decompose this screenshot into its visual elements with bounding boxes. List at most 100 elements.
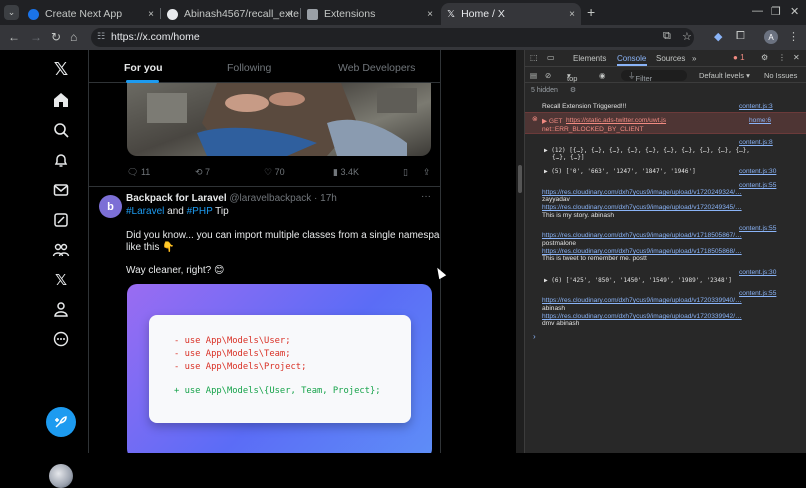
bookmark-star-icon[interactable]: ☆ — [682, 30, 692, 43]
console-array-expandable[interactable]: ▶ (12) [{…}, {…}, {…}, {…}, {…}, {…}, {…… — [544, 147, 750, 154]
page-scrollbar[interactable] — [516, 50, 524, 453]
menu-icon[interactable]: ⋮ — [788, 30, 799, 43]
hidden-messages-count[interactable]: 5 hidden ⚙ — [531, 86, 576, 94]
console-array-expandable[interactable]: ▶ (5) ['0', '663', '1247', '1847', '1946… — [544, 168, 696, 175]
close-window-button[interactable]: ✕ — [790, 5, 799, 18]
more-options-icon[interactable]: ⋮ — [778, 53, 786, 62]
sidebar-toggle-icon[interactable]: ▤ — [530, 71, 537, 80]
extension-recall-icon[interactable]: ◆ — [714, 30, 722, 43]
post-text-line: Way cleaner, right? 😊 — [126, 265, 225, 276]
tab-github-repo[interactable]: Abinash4567/recall_exte × — [161, 3, 299, 25]
install-app-icon[interactable]: ⧉ — [663, 30, 671, 43]
back-button[interactable]: ← — [8, 30, 20, 44]
like-button[interactable]: ♡ 70 — [264, 167, 285, 178]
communities-icon[interactable] — [52, 241, 70, 259]
reload-button[interactable]: ↻ — [51, 30, 61, 44]
tab-create-next-app[interactable]: Create Next App × — [22, 3, 160, 25]
source-link[interactable]: content.js:55 — [739, 182, 776, 189]
repost-button[interactable]: ⟲ 7 — [195, 167, 210, 178]
share-icon[interactable]: ⇪ — [423, 167, 431, 178]
source-link[interactable]: content.js:8 — [739, 139, 773, 146]
grok-icon[interactable] — [52, 211, 70, 229]
image-url-link[interactable]: https://res.cloudinary.com/dxh7ycus9/ima… — [542, 232, 742, 239]
tab-for-you[interactable]: For you — [124, 62, 163, 74]
log-levels-dropdown[interactable]: Default levels ▾ — [699, 71, 750, 80]
hashtag-laravel[interactable]: #Laravel — [126, 206, 164, 217]
tab-following[interactable]: Following — [227, 62, 271, 74]
inspect-element-icon[interactable]: ⬚ — [530, 53, 538, 62]
messages-envelope-icon[interactable] — [52, 181, 70, 199]
tab-strip: ⌄ Create Next App × Abinash4567/recall_e… — [0, 0, 806, 25]
scrollbar-thumb[interactable] — [518, 165, 522, 193]
tab-console[interactable]: Console — [617, 54, 646, 63]
bookmark-icon[interactable]: ▯ — [403, 167, 408, 178]
premium-x-icon[interactable]: 𝕏 — [52, 271, 70, 289]
console-error-row: ⊗ ▶ GET https://static.ads-twitter.com/u… — [525, 112, 806, 134]
author-name[interactable]: Backpack for Laravel — [126, 193, 227, 204]
image-url-link[interactable]: https://res.cloudinary.com/dxh7ycus9/ima… — [542, 313, 742, 320]
code-line: + use App\Models\{User, Team, Project}; — [174, 386, 381, 396]
source-link[interactable]: content.js:55 — [739, 225, 776, 232]
forward-button[interactable]: → — [30, 30, 42, 44]
tab-sources[interactable]: Sources — [656, 54, 685, 63]
post-more-button[interactable]: ··· — [421, 191, 431, 202]
image-url-link[interactable]: https://res.cloudinary.com/dxh7ycus9/ima… — [542, 204, 742, 211]
post-code-image[interactable]: - use App\Models\User; - use App\Models\… — [127, 284, 432, 453]
console-array-expandable[interactable]: ▶ (6) ['425', '850', '1450', '1549', '19… — [544, 277, 732, 284]
close-icon[interactable]: × — [148, 9, 154, 20]
close-icon[interactable]: × — [569, 9, 575, 20]
address-bar[interactable]: ☷ https://x.com/home — [91, 28, 694, 47]
source-link[interactable]: content.js:3 — [739, 103, 773, 110]
home-icon[interactable] — [52, 91, 70, 109]
views-button[interactable]: ▮ 3.4K — [333, 167, 359, 178]
image-url-link[interactable]: https://res.cloudinary.com/dxh7ycus9/ima… — [542, 248, 742, 255]
source-link[interactable]: content.js:30 — [739, 269, 776, 276]
new-tab-button[interactable]: + — [587, 4, 595, 20]
issues-indicator[interactable]: No Issues — [764, 71, 797, 80]
x-logo-icon[interactable]: 𝕏 — [52, 59, 70, 79]
console-filter-input[interactable]: ⏚ Filter — [621, 70, 687, 83]
console-log-message: This is tweet to remember me. postt — [542, 255, 647, 262]
tab-home-x[interactable]: 𝕏 Home / X × — [441, 3, 581, 25]
close-devtools-icon[interactable]: ✕ — [793, 53, 800, 62]
tab-extensions[interactable]: Extensions × — [301, 3, 439, 25]
search-icon[interactable] — [52, 121, 70, 139]
close-icon[interactable]: × — [427, 9, 433, 20]
tab-search-button[interactable]: ⌄ — [4, 5, 19, 20]
context-selector[interactable]: top ▾ — [567, 71, 577, 83]
profile-avatar[interactable]: A — [764, 30, 778, 44]
image-url-link[interactable]: https://res.cloudinary.com/dxh7ycus9/ima… — [542, 189, 742, 196]
extensions-icon[interactable]: ⧠ — [736, 30, 745, 43]
more-circle-icon[interactable] — [52, 330, 70, 348]
more-tabs-button[interactable]: » — [692, 54, 696, 63]
tab-elements[interactable]: Elements — [573, 54, 606, 63]
device-toolbar-icon[interactable]: ▭ — [547, 53, 555, 62]
reply-button[interactable]: 🗨 11 — [127, 167, 150, 178]
post-time[interactable]: · 17h — [314, 193, 337, 204]
site-info-icon[interactable]: ☷ — [97, 31, 105, 42]
source-link[interactable]: home:6 — [749, 117, 771, 124]
source-link[interactable]: content.js:55 — [739, 290, 776, 297]
console-input-prompt[interactable]: › — [533, 332, 536, 341]
author-avatar[interactable]: b — [99, 195, 122, 218]
image-url-link[interactable]: https://res.cloudinary.com/dxh7ycus9/ima… — [542, 297, 742, 304]
hashtag-php[interactable]: #PHP — [187, 206, 213, 217]
error-url-link[interactable]: https://static.ads-twitter.com/uwt.js — [566, 117, 666, 124]
profile-icon[interactable] — [52, 300, 70, 318]
account-avatar[interactable] — [49, 464, 73, 488]
author-handle[interactable]: @laravelbackpack — [229, 193, 311, 204]
tab-web-developers[interactable]: Web Developers — [338, 62, 415, 74]
source-link[interactable]: content.js:30 — [739, 168, 776, 175]
post-media-image[interactable] — [127, 83, 431, 156]
console-log-message: Recall Extension Triggered!!! — [542, 103, 627, 110]
compose-post-button[interactable] — [46, 407, 76, 437]
clear-console-icon[interactable]: ⊘ — [545, 71, 551, 80]
close-icon[interactable]: × — [287, 9, 293, 20]
minimize-button[interactable]: — — [752, 5, 763, 17]
error-count-badge[interactable]: ● 1 — [733, 53, 745, 62]
home-button[interactable]: ⌂ — [70, 30, 77, 44]
settings-gear-icon[interactable]: ⚙ — [761, 53, 768, 62]
restore-button[interactable]: ❐ — [771, 5, 781, 18]
notifications-bell-icon[interactable] — [52, 151, 70, 169]
live-expression-eye-icon[interactable]: ◉ — [599, 71, 606, 80]
